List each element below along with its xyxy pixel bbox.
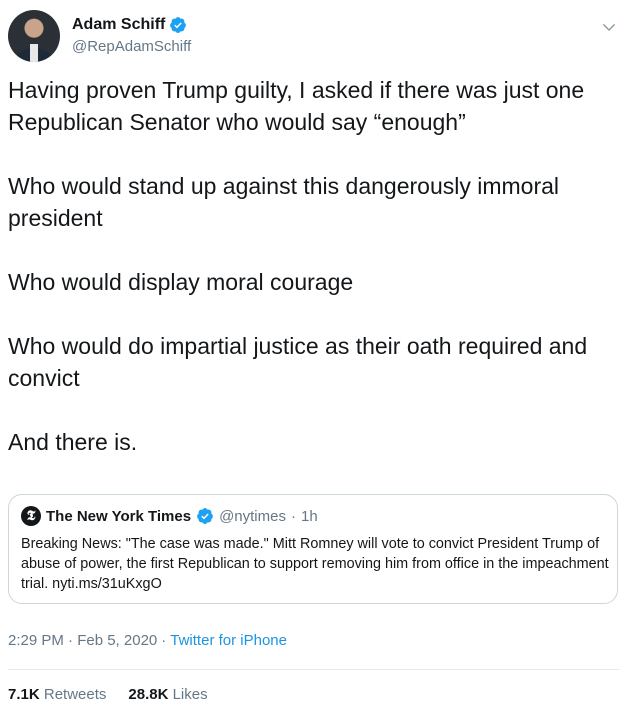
retweets-count: 7.1K [8, 686, 40, 703]
likes-label: Likes [172, 686, 208, 703]
likes-stat[interactable]: 28.8K Likes [128, 686, 207, 703]
quoted-tweet-header: 𝕿 The New York Times @nytimes · 1h [21, 506, 318, 526]
quoted-handle: @nytimes [219, 507, 286, 525]
tweet-source-link[interactable]: Twitter for iPhone [170, 632, 287, 649]
divider [8, 669, 620, 670]
chevron-down-icon[interactable] [600, 18, 618, 36]
tweet-header: Adam Schiff @RepAdamSchiff [8, 10, 626, 62]
author-name-row[interactable]: Adam Schiff [72, 16, 187, 34]
nyt-logo-icon: 𝕿 [21, 506, 41, 526]
author-display-name[interactable]: Adam Schiff [72, 16, 165, 34]
avatar[interactable] [8, 10, 60, 62]
tweet-paragraph: And there is. [8, 429, 138, 455]
tweet-paragraph: Who would do impartial justice as their … [8, 333, 588, 391]
retweets-stat[interactable]: 7.1K Retweets [8, 686, 106, 703]
author-handle[interactable]: @RepAdamSchiff [72, 38, 191, 55]
quoted-separator: · [290, 507, 296, 525]
quoted-tweet[interactable]: 𝕿 The New York Times @nytimes · 1h Break… [8, 494, 618, 604]
tweet-paragraph: Who would stand up against this dangerou… [8, 173, 560, 231]
tweet-stats: 7.1K Retweets 28.8K Likes [8, 686, 208, 703]
tweet-paragraph: Who would display moral courage [8, 269, 354, 295]
quoted-display-name: The New York Times [46, 507, 192, 525]
tweet-paragraph: Having proven Trump guilty, I asked if t… [8, 77, 585, 135]
tweet-meta: 2:29 PM · Feb 5, 2020 · Twitter for iPho… [8, 632, 287, 649]
tweet-text: Having proven Trump guilty, I asked if t… [8, 74, 624, 490]
avatar-shirt [30, 44, 38, 62]
quoted-text: Breaking News: "The case was made." Mitt… [21, 536, 609, 592]
verified-badge-icon [197, 508, 213, 524]
retweets-label: Retweets [43, 686, 107, 703]
likes-count: 28.8K [128, 686, 169, 703]
meta-separator: · [161, 632, 167, 649]
quoted-time: 1h [300, 507, 318, 525]
tweet-card: Adam Schiff @RepAdamSchiff Having proven… [0, 0, 634, 714]
tweet-timestamp[interactable]: 2:29 PM · Feb 5, 2020 [8, 632, 157, 649]
verified-badge-icon [170, 17, 187, 33]
